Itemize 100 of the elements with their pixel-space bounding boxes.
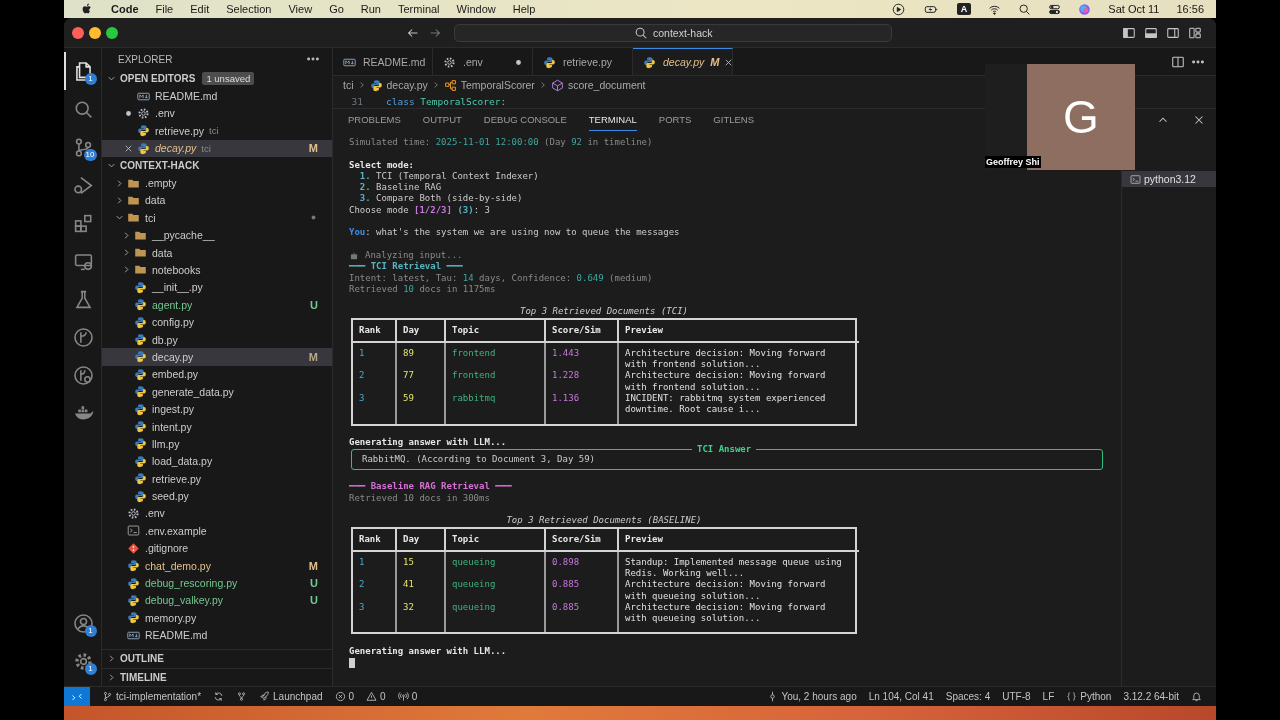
status-item[interactable]: You, 2 hours ago: [767, 691, 857, 702]
file-tree-item[interactable]: data: [102, 191, 332, 210]
file-tree-item[interactable]: generate_data.py: [102, 383, 332, 401]
status-item[interactable]: UTF-8: [1002, 691, 1031, 702]
menu-item[interactable]: Help: [512, 3, 536, 15]
menu-item[interactable]: Code: [111, 3, 139, 15]
file-tree-item[interactable]: ingest.py: [102, 400, 332, 418]
file-tree-item[interactable]: .env: [102, 504, 332, 523]
minimize-window-button[interactable]: [89, 26, 101, 39]
menu-item[interactable]: Go: [329, 3, 344, 15]
panel-tab[interactable]: DEBUG CONSOLE: [483, 109, 567, 131]
open-editor-item[interactable]: .env: [102, 104, 332, 123]
menu-item[interactable]: Selection: [226, 3, 272, 15]
menu-item[interactable]: View: [288, 3, 313, 15]
open-editor-item[interactable]: README.md: [102, 87, 332, 105]
file-tree-item[interactable]: chat_demo.py M: [102, 556, 332, 575]
settings-icon: [73, 650, 94, 672]
menu-item[interactable]: Terminal: [398, 3, 440, 15]
file-tree-item[interactable]: embed.py: [102, 365, 332, 384]
gear-file-icon: [127, 506, 140, 520]
menu-item[interactable]: File: [155, 3, 174, 15]
file-tree-item[interactable]: .empty: [102, 174, 332, 192]
editor-tab[interactable]: .env: [433, 48, 533, 75]
status-item[interactable]: 0: [334, 691, 355, 702]
terminal-line: Generating answer with LLM...: [349, 436, 507, 449]
file-tree-item[interactable]: README.md: [102, 626, 332, 644]
file-tree-item[interactable]: data: [102, 243, 332, 262]
breadcrumb-item[interactable]: TemporalScorer: [460, 79, 535, 91]
python-file-icon: [369, 78, 383, 92]
zoom-window-button[interactable]: [106, 26, 118, 39]
open-editor-item[interactable]: retrieve.py tci: [102, 122, 332, 140]
control-center-icon[interactable]: [1048, 2, 1062, 16]
file-tree-item[interactable]: .env.example: [102, 522, 332, 540]
line-number: 31: [350, 95, 363, 107]
menu-date[interactable]: Sat Oct 11: [1108, 3, 1160, 15]
branch-merge-icon[interactable]: [236, 691, 248, 702]
status-item[interactable]: 0: [366, 691, 386, 702]
file-tree-item[interactable]: config.py: [102, 313, 332, 331]
file-tree-item[interactable]: debug_rescoring.py U: [102, 574, 332, 592]
breadcrumb-item[interactable]: decay.py: [386, 79, 428, 91]
siri-icon[interactable]: [1078, 2, 1092, 16]
breadcrumb-item[interactable]: tci: [343, 79, 354, 91]
status-item[interactable]: Python: [1066, 691, 1112, 702]
terminal-list-item[interactable]: python3.12: [1122, 171, 1216, 187]
bell-icon[interactable]: [1191, 691, 1202, 702]
search-icon[interactable]: [1018, 2, 1032, 16]
breadcrumb-item[interactable]: score_document: [567, 79, 646, 91]
file-tree-item[interactable]: .gitignore: [102, 539, 332, 557]
python-file-icon: [134, 402, 147, 416]
section-header[interactable]: CONTEXT-HACK: [102, 156, 332, 175]
input-source[interactable]: A: [956, 3, 972, 15]
open-editor-item[interactable]: decay.py tci M: [102, 139, 332, 157]
close-window-button[interactable]: [72, 26, 84, 39]
file-tree-item[interactable]: llm.py: [102, 435, 332, 453]
file-tree-item[interactable]: agent.py U: [102, 296, 332, 314]
menu-item[interactable]: Run: [360, 3, 381, 15]
menu-item[interactable]: Edit: [190, 3, 210, 15]
status-item[interactable]: Launchpad: [259, 691, 323, 702]
editor-tab[interactable]: README.md: [333, 48, 433, 75]
section-header[interactable]: OUTLINE: [102, 649, 332, 668]
section-header[interactable]: OPEN EDITORS 1 unsaved: [102, 70, 332, 88]
status-item[interactable]: tci-implementation*: [102, 691, 202, 702]
file-tree-item[interactable]: memory.py: [102, 609, 332, 627]
sync-icon[interactable]: [213, 691, 225, 702]
file-tree-item[interactable]: db.py: [102, 330, 332, 349]
table-header: Day: [395, 528, 444, 552]
panel-tab[interactable]: GITLENS: [713, 109, 754, 131]
status-item[interactable]: LF: [1042, 691, 1055, 702]
secondary-sidebar-icon[interactable]: [1166, 25, 1180, 40]
panel-tab[interactable]: PROBLEMS: [348, 109, 401, 131]
status-item[interactable]: 3.12.2 64-bit: [1123, 691, 1179, 702]
split-editor-icon[interactable]: [1171, 54, 1185, 69]
panel-tab[interactable]: OUTPUT: [422, 109, 462, 131]
status-item[interactable]: Spaces: 4: [945, 691, 991, 702]
file-tree-item[interactable]: tci: [102, 209, 332, 227]
menu-clock[interactable]: 16:56: [1176, 3, 1204, 15]
file-tree-item[interactable]: __init__.py: [102, 278, 332, 297]
panel-tab[interactable]: PORTS: [658, 109, 692, 131]
file-tree-item[interactable]: seed.py: [102, 487, 332, 505]
activity-bar-button[interactable]: 1: [64, 604, 102, 642]
file-tree-item[interactable]: intent.py: [102, 417, 332, 436]
apple-icon[interactable]: [80, 2, 94, 16]
menu-item[interactable]: Window: [456, 3, 496, 15]
file-tree-item[interactable]: retrieve.py: [102, 470, 332, 488]
panel-tab[interactable]: TERMINAL: [588, 109, 637, 131]
file-tree-item[interactable]: __pycache__: [102, 226, 332, 244]
file-tree-item[interactable]: notebooks: [102, 261, 332, 279]
editor-tab[interactable]: decay.py M: [633, 48, 733, 75]
panel-layout-icon[interactable]: [1144, 25, 1158, 40]
play-icon[interactable]: [891, 2, 905, 16]
layout-grid-icon[interactable]: [1188, 25, 1202, 40]
status-item[interactable]: 0: [397, 691, 418, 702]
file-tree-item[interactable]: decay.py M: [102, 348, 332, 366]
file-tree-item[interactable]: debug_valkey.py U: [102, 591, 332, 610]
sidebar-layout-icon[interactable]: [1122, 25, 1136, 40]
status-item[interactable]: Ln 104, Col 41: [868, 691, 934, 702]
file-tree-item[interactable]: load_data.py: [102, 452, 332, 470]
activity-bar-button[interactable]: 10: [64, 128, 102, 166]
command-center-field[interactable]: context-hack: [454, 23, 892, 42]
activity-bar-button[interactable]: 1: [64, 642, 102, 680]
